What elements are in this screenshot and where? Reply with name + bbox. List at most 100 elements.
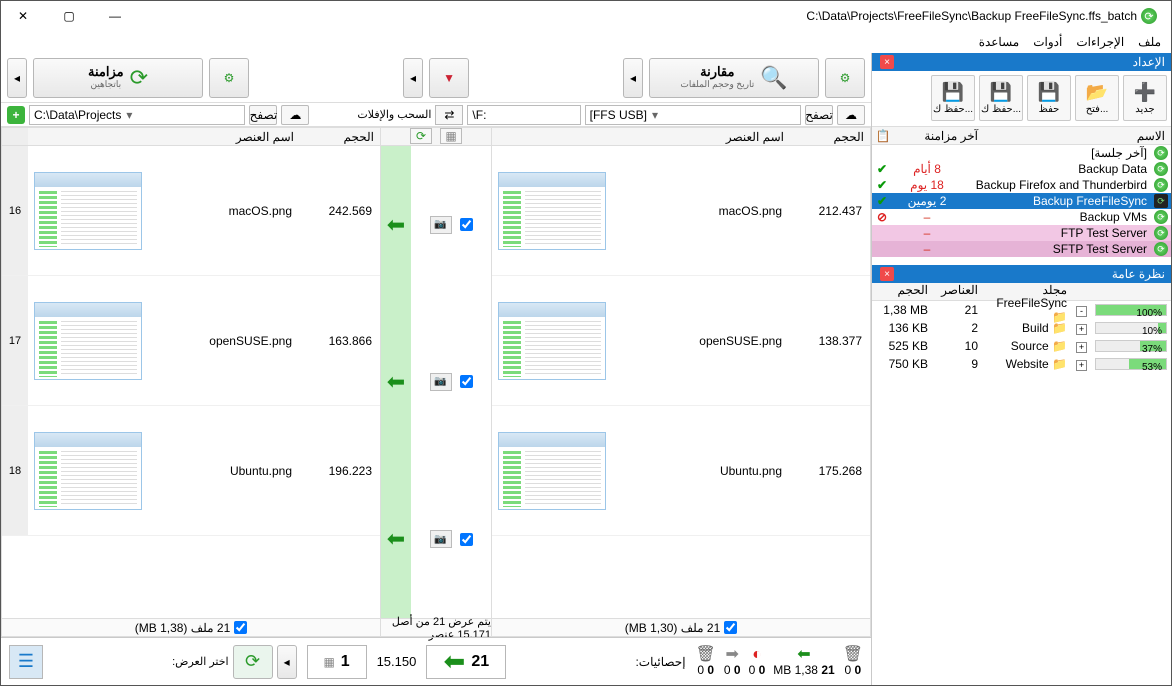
compare-button[interactable]: 🔍 مقارنةتاريخ وحجم الملفات	[649, 58, 819, 98]
grid-row[interactable]: openSUSE.png138.377	[492, 276, 870, 406]
view-dropdown[interactable]: ◂	[277, 645, 297, 679]
right-path-input[interactable]: [FFS USB]▾	[585, 105, 801, 125]
mid-row: ⬅📷	[381, 461, 491, 618]
compare-settings-button[interactable]: ⚙	[825, 58, 865, 98]
window-title: C:\Data\Projects\FreeFileSync\Backup Fre…	[129, 9, 1141, 23]
swap-button[interactable]: ⇄	[435, 105, 463, 125]
right-foot-check[interactable]	[724, 621, 737, 634]
stat-item: ◐0 0	[749, 646, 766, 677]
grid-row[interactable]: macOS.png212.437	[492, 146, 870, 276]
col-name[interactable]: اسم العنصر	[148, 128, 300, 145]
menu-file[interactable]: ملف	[1138, 35, 1161, 49]
save-button[interactable]: 💾حفظ	[1027, 75, 1071, 121]
overview-row[interactable]: 136 KB2Build 📁+10%	[872, 319, 1171, 337]
mid-cat-icon[interactable]: ▦	[440, 128, 462, 144]
sync-icon: ⟳	[130, 65, 148, 91]
mid-column: ⟳ ▦ ⬅📷⬅📷⬅📷 يتم عرض 21 من أصل 15.171 عنصر	[381, 127, 491, 637]
stat-item: ➡0 0	[724, 646, 741, 677]
overview-row[interactable]: 750 KB9Website 📁+53%	[872, 355, 1171, 373]
menu-help[interactable]: مساعدة	[979, 35, 1020, 49]
grid-row[interactable]: 17openSUSE.png163.866	[2, 276, 380, 406]
right-sub-path[interactable]: \F:	[467, 105, 580, 125]
config-item[interactable]: ⊘–Backup VMs⟳	[872, 209, 1171, 225]
right-footer: 21 ملف (1,30 MB)	[492, 618, 870, 636]
saveas2-button[interactable]: 💾حفظ ك...	[931, 75, 975, 121]
cloud-left-button[interactable]: ☁	[281, 105, 309, 125]
pathbar: + C:\Data\Projects▾ تصفح ☁ السحب والإفلا…	[1, 103, 871, 127]
sync-arrow-icon[interactable]: ⬅	[381, 461, 411, 618]
stat-item: 🗑0 0	[696, 646, 716, 677]
sync-arrow-icon[interactable]: ⬅	[381, 303, 411, 460]
category-icon[interactable]: 📷	[430, 216, 452, 234]
statusbar: ☰ اختر العرض: ⟳ ◂ ▦1 15.150 ⬅21 إحصائيات…	[1, 637, 871, 685]
drag-label: السحب والإفلات	[357, 108, 431, 121]
compare-icon: 🔍	[760, 65, 787, 91]
grid-row[interactable]: Ubuntu.png175.268	[492, 406, 870, 536]
side-toolbar: 💾حفظ ك... 💾حفظ ك... 💾حفظ 📂فتح... ➕جديد	[872, 71, 1171, 127]
mid-row: ⬅📷	[381, 146, 491, 303]
config-item[interactable]: [آخر جلسة]⟳	[872, 145, 1171, 161]
row-check[interactable]	[460, 218, 473, 231]
count-equal[interactable]: ▦1	[307, 645, 367, 679]
cloud-right-button[interactable]: ☁	[837, 105, 865, 125]
close-button[interactable]: ✕	[9, 6, 37, 26]
stat-item: ⬅21 1,38 MB	[773, 646, 834, 677]
mid-sync-icon[interactable]: ⟳	[410, 128, 432, 144]
browse-left-button[interactable]: تصفح	[249, 105, 277, 125]
add-folder-button[interactable]: +	[7, 106, 25, 124]
minimize-button[interactable]: —	[101, 6, 129, 26]
sync-arrow-icon[interactable]: ⬅	[381, 146, 411, 303]
row-check[interactable]	[460, 533, 473, 546]
config-item[interactable]: ✔2 يومينBackup FreeFileSync⟳	[872, 193, 1171, 209]
main-toolbar: ⚙ 🔍 مقارنةتاريخ وحجم الملفات ◂ ▼ ◂ ⚙ ⟳ م…	[1, 53, 871, 103]
browse-right-button[interactable]: تصفح	[805, 105, 833, 125]
right-grid: اسم العنصر الحجم macOS.png212.437openSUS…	[491, 127, 871, 637]
left-grid: اسم العنصر الحجم 16macOS.png242.56917ope…	[1, 127, 381, 637]
row-check[interactable]	[460, 375, 473, 388]
overview-row[interactable]: 525 KB10Source 📁+37%	[872, 337, 1171, 355]
left-foot-check[interactable]	[234, 621, 247, 634]
overview-header: × نظرة عامة	[872, 265, 1171, 283]
filter-button[interactable]: ▼	[429, 58, 469, 98]
mid-footer: يتم عرض 21 من أصل 15.171 عنصر	[381, 618, 491, 636]
open-button[interactable]: 📂فتح...	[1075, 75, 1119, 121]
grid-row[interactable]: 16macOS.png242.569	[2, 146, 380, 276]
col-name-r[interactable]: اسم العنصر	[612, 128, 790, 145]
overview-row[interactable]: 1,38 MB21FreeFileSync 📁-100%	[872, 301, 1171, 319]
sync-settings-button[interactable]: ⚙	[209, 58, 249, 98]
left-footer: 21 ملف (1,38 MB)	[2, 618, 380, 636]
config-item[interactable]: ✔18 يومBackup Firefox and Thunderbird⟳	[872, 177, 1171, 193]
titlebar: ✕ ▢ — C:\Data\Projects\FreeFileSync\Back…	[1, 1, 1171, 31]
col-size[interactable]: الحجم	[300, 128, 380, 145]
filter-dropdown[interactable]: ◂	[403, 58, 423, 98]
maximize-button[interactable]: ▢	[55, 6, 83, 26]
saveas-button[interactable]: 💾حفظ ك...	[979, 75, 1023, 121]
app-icon	[1141, 8, 1157, 24]
new-button[interactable]: ➕جديد	[1123, 75, 1167, 121]
left-path-input[interactable]: C:\Data\Projects▾	[29, 105, 245, 125]
list-mode-button[interactable]: ☰	[9, 645, 43, 679]
config-item[interactable]: –FTP Test Server⟳	[872, 225, 1171, 241]
count-update[interactable]: ⬅21	[426, 645, 506, 679]
overview-close-icon[interactable]: ×	[880, 267, 894, 281]
menubar: ملف الإجراءات أدوات مساعدة	[1, 31, 1171, 53]
config-close-icon[interactable]: ×	[880, 55, 894, 69]
category-icon[interactable]: 📷	[430, 530, 452, 548]
config-item[interactable]: –SFTP Test Server⟳	[872, 241, 1171, 257]
sync-dropdown[interactable]: ◂	[7, 58, 27, 98]
stats-label: إحصائيات:	[635, 655, 685, 669]
mid-row: ⬅📷	[381, 303, 491, 460]
menu-actions[interactable]: الإجراءات	[1076, 35, 1124, 49]
config-item[interactable]: ✔8 أيامBackup Data⟳	[872, 161, 1171, 177]
sync-button[interactable]: ⟳ مزامنةباتجاهين	[33, 58, 203, 98]
category-icon[interactable]: 📷	[430, 373, 452, 391]
menu-tools[interactable]: أدوات	[1033, 35, 1062, 49]
sync-header-icon[interactable]: 📋	[872, 129, 894, 143]
view-label: اختر العرض:	[172, 655, 228, 668]
total-count: 15.150	[377, 654, 417, 669]
view-refresh[interactable]: ⟳	[233, 645, 273, 679]
config-panel-header: × الإعداد	[872, 53, 1171, 71]
compare-dropdown[interactable]: ◂	[623, 58, 643, 98]
grid-row[interactable]: 18Ubuntu.png196.223	[2, 406, 380, 536]
col-size-r[interactable]: الحجم	[790, 128, 870, 145]
